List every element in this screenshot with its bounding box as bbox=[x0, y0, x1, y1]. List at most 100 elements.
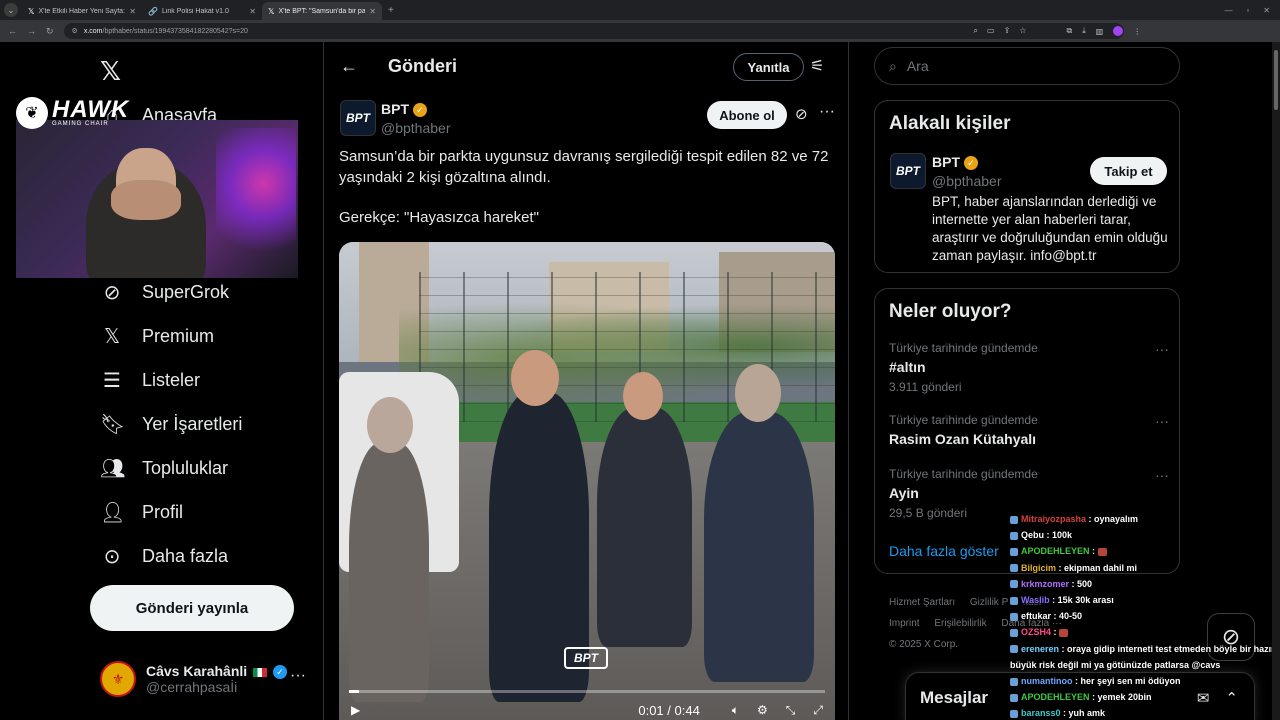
nav-item-premium[interactable]: 𝕏 Premium bbox=[100, 324, 214, 349]
close-tab-icon[interactable]: ✕ bbox=[369, 7, 376, 16]
chat-badge-icon bbox=[1010, 596, 1018, 605]
forward-icon[interactable]: → bbox=[27, 26, 36, 37]
chat-badge-icon bbox=[1010, 515, 1018, 524]
video-progress-bar[interactable] bbox=[349, 690, 825, 693]
chat-message: büyük risk değil mi ya götünüzde patlars… bbox=[1010, 657, 1280, 673]
x-logo-icon[interactable]: 𝕏 bbox=[100, 56, 121, 87]
related-handle[interactable]: @bpthaber bbox=[932, 173, 1001, 189]
chat-emote-icon bbox=[1097, 548, 1107, 557]
chat-message: baranss0 : yuh amk bbox=[1010, 705, 1280, 720]
browser-tab-bar: ⌄ 𝕏 X'te Etkili Haber Yeni Sayfa: "Çi ✕ … bbox=[0, 0, 1280, 20]
author-avatar[interactable]: BPT bbox=[340, 100, 376, 136]
pip-icon[interactable]: ⤡ bbox=[786, 703, 796, 718]
footer-link[interactable]: Imprint bbox=[889, 618, 920, 629]
close-window-icon[interactable]: ✕ bbox=[1263, 6, 1270, 15]
more-options-icon[interactable]: ··· bbox=[1155, 413, 1169, 429]
footer-link[interactable]: Erişilebilirlik bbox=[934, 618, 986, 629]
subscribe-button[interactable]: Abone ol bbox=[707, 101, 787, 129]
close-tab-icon[interactable]: ✕ bbox=[129, 7, 136, 16]
chat-text: oynayalım bbox=[1094, 514, 1139, 524]
download-icon[interactable]: ⤓ bbox=[1082, 26, 1086, 36]
search-input[interactable]: ⌕ Ara bbox=[874, 47, 1180, 85]
chat-text: yemek 20bin bbox=[1097, 692, 1152, 703]
post-text: Samsun’da bir parkta uygunsuz davranış s… bbox=[339, 148, 829, 186]
footer-link[interactable]: Gizlilik P bbox=[970, 597, 1008, 608]
webcam-overlay bbox=[16, 120, 298, 278]
scrollbar-thumb[interactable] bbox=[1274, 50, 1278, 110]
url-field[interactable]: ⚙ x.com/bpthaber/status/1994373584182280… bbox=[63, 23, 1124, 39]
footer-link[interactable]: Hizmet Şartları bbox=[889, 597, 955, 608]
back-icon[interactable]: ← bbox=[8, 26, 17, 37]
nav-item-communities[interactable]: 👥︎ Topluluklar bbox=[100, 456, 228, 481]
share-icon[interactable]: ⇪ bbox=[1004, 26, 1011, 36]
chat-username: Mitraiyozpasha bbox=[1021, 514, 1087, 524]
video-officer-head bbox=[623, 372, 663, 420]
extensions-icon[interactable]: ⧉ bbox=[1066, 26, 1072, 36]
browser-tab[interactable]: 🔗 Link Polisi Hakat v1.0 ✕ bbox=[142, 2, 262, 20]
new-tab-icon[interactable]: + bbox=[388, 5, 394, 16]
follow-button[interactable]: Takip et bbox=[1090, 157, 1167, 185]
reload-icon[interactable]: ↻ bbox=[46, 26, 54, 37]
close-tab-icon[interactable]: ✕ bbox=[249, 7, 256, 16]
tab-title: Link Polisi Hakat v1.0 bbox=[161, 7, 229, 15]
post-column: ← Gönderi Yanıtla ⚟ BPT BPT ✓ @bpthaber … bbox=[323, 42, 849, 720]
chat-text: yuh amk bbox=[1068, 708, 1106, 719]
author-info[interactable]: BPT ✓ @bpthaber bbox=[381, 101, 450, 136]
site-info-icon[interactable]: ⚙ bbox=[72, 27, 78, 35]
nav-item-supergrok[interactable]: ⊘ SuperGrok bbox=[100, 280, 229, 305]
browser-tab[interactable]: 𝕏 X'te Etkili Haber Yeni Sayfa: "Çi ✕ bbox=[22, 2, 142, 20]
browser-nav-buttons: ← → ↻ bbox=[0, 26, 54, 37]
list-icon: ☰ bbox=[103, 370, 121, 392]
trend-name: #altın bbox=[889, 359, 926, 375]
volume-icon[interactable]: 🔈︎ bbox=[732, 703, 739, 718]
cast-icon[interactable]: ▭ bbox=[987, 26, 995, 36]
sidepanel-icon[interactable]: ▥ bbox=[1096, 27, 1104, 36]
page-scrollbar[interactable] bbox=[1272, 42, 1280, 720]
related-avatar[interactable]: BPT bbox=[890, 153, 926, 189]
tab-title: X'te BPT: "Samsun'da bir parkta bbox=[278, 7, 366, 15]
trend-item[interactable]: Türkiye tarihinde gündemde Rasim Ozan Kü… bbox=[889, 413, 1169, 447]
bookmark-star-icon[interactable]: ☆ bbox=[1019, 26, 1026, 36]
nav-item-bookmarks[interactable]: 🔖︎ Yer İşaretleri bbox=[100, 412, 242, 437]
more-options-icon[interactable]: ··· bbox=[290, 667, 306, 685]
more-options-icon[interactable]: ··· bbox=[1155, 341, 1169, 357]
post-text-reason: Gerekçe: "Hayasızca hareket" bbox=[339, 209, 539, 226]
show-more-link[interactable]: Daha fazla göster bbox=[889, 543, 999, 559]
video-progress-fill bbox=[349, 690, 359, 693]
more-icon: ⊙ bbox=[103, 546, 121, 568]
nav-item-more[interactable]: ⊙ Daha fazla bbox=[100, 544, 228, 569]
play-icon[interactable]: ▶ bbox=[351, 703, 360, 717]
nav-item-lists[interactable]: ☰ Listeler bbox=[100, 368, 200, 393]
fullscreen-icon[interactable]: ⤢ bbox=[813, 703, 823, 718]
profile-avatar-icon[interactable] bbox=[1113, 26, 1124, 36]
settings-icon[interactable]: ⚙ bbox=[757, 703, 768, 717]
chat-message: eftukar : 40-50 bbox=[1010, 608, 1280, 624]
streamer-hands bbox=[111, 180, 181, 220]
grok-icon[interactable]: ⊘ bbox=[795, 105, 808, 123]
maximize-icon[interactable]: ▫ bbox=[1246, 6, 1249, 15]
reply-button[interactable]: Yanıtla bbox=[733, 53, 804, 81]
chat-badge-icon bbox=[1010, 693, 1018, 702]
filter-icon[interactable]: ⚟ bbox=[810, 56, 824, 76]
chat-message: krkmzomer : 500 bbox=[1010, 576, 1280, 592]
trend-item[interactable]: Türkiye tarihinde gündemde #altın 3.911 … bbox=[889, 341, 1169, 394]
chat-text: ekipman dahil mi bbox=[1064, 562, 1138, 573]
minimize-icon[interactable]: — bbox=[1224, 6, 1232, 15]
chat-badge-icon bbox=[1010, 612, 1018, 621]
account-switcher[interactable]: ⚜ Câvs Karahânli ✓ @cerrahpasaİi ··· bbox=[100, 661, 306, 697]
video-person bbox=[704, 412, 814, 682]
post-button[interactable]: Gönderi yayınla bbox=[90, 585, 294, 631]
bookmark-icon: 🔖︎ bbox=[100, 414, 126, 436]
nav-item-profile[interactable]: 👤︎ Profil bbox=[100, 500, 183, 525]
more-options-icon[interactable]: ··· bbox=[819, 103, 835, 121]
trend-context: Türkiye tarihinde gündemde bbox=[889, 413, 1038, 427]
tab-search-button[interactable]: ⌄ bbox=[4, 3, 18, 17]
related-name[interactable]: BPT bbox=[932, 154, 960, 170]
browser-tab-active[interactable]: 𝕏 X'te BPT: "Samsun'da bir parkta ✕ bbox=[262, 2, 382, 20]
chat-message: numantinoo : her şeyi sen mi ödüyon bbox=[1010, 673, 1280, 689]
back-arrow-icon[interactable]: ← bbox=[340, 56, 358, 77]
post-video[interactable]: BPT ▶ 0:01 / 0:44 🔈︎ ⚙ ⤡ ⤢ bbox=[339, 242, 835, 720]
zoom-icon[interactable]: ⌕ bbox=[974, 26, 978, 36]
more-options-icon[interactable]: ··· bbox=[1155, 467, 1169, 483]
browser-menu-icon[interactable]: ⋮ bbox=[1133, 27, 1141, 36]
